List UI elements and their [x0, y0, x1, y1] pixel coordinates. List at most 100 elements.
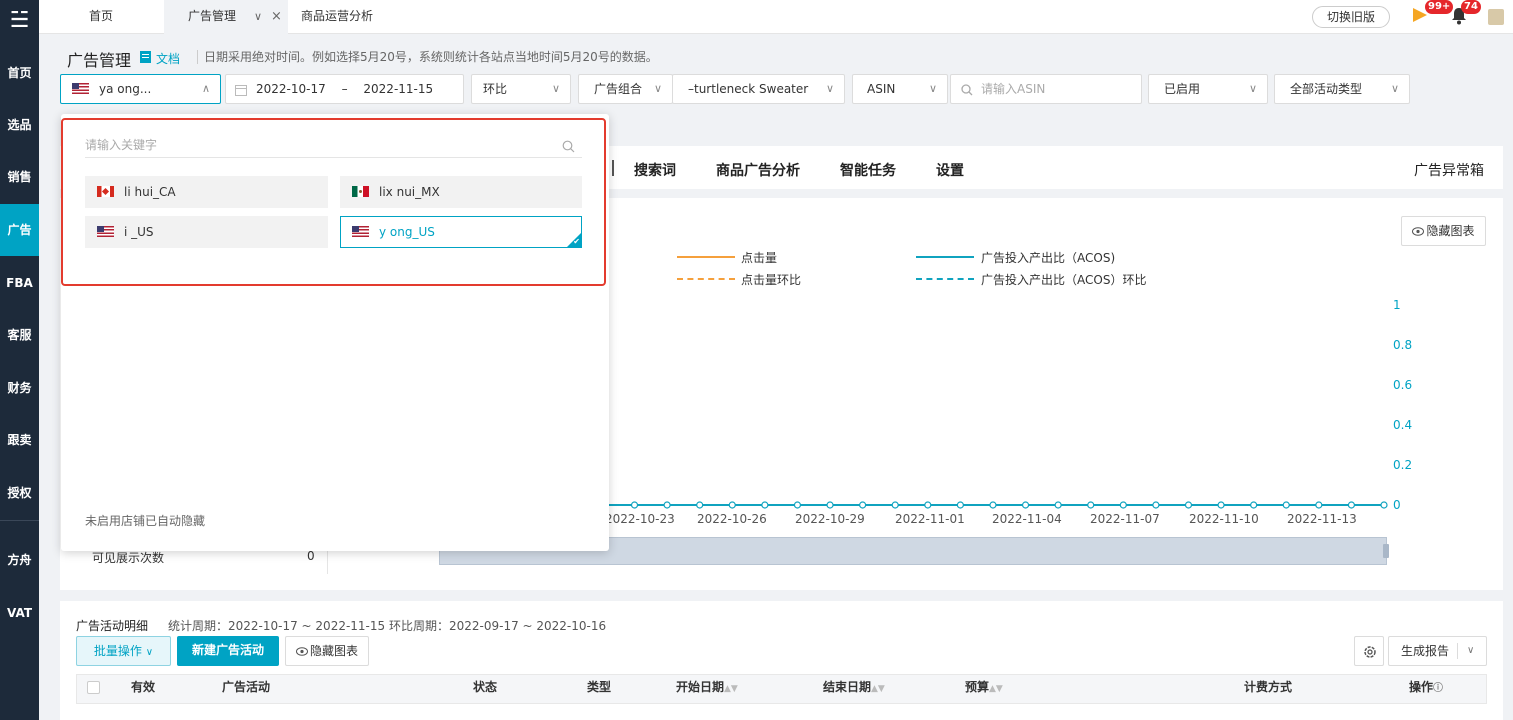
sidebar-item-ads[interactable]: 广告: [0, 204, 39, 256]
acos-data-point[interactable]: [1119, 501, 1127, 509]
acos-data-point[interactable]: [1282, 501, 1290, 509]
sidebar-item-customer-service[interactable]: 客服: [0, 309, 39, 361]
acos-data-point[interactable]: [1152, 501, 1160, 509]
acos-data-point[interactable]: [663, 501, 671, 509]
acos-data-point[interactable]: [1184, 501, 1193, 509]
legend-clicks-compare[interactable]: 点击量环比: [741, 271, 801, 288]
sidebar-item-product-selection[interactable]: 选品: [0, 99, 39, 151]
tab-home[interactable]: 首页: [39, 0, 163, 34]
acos-data-point[interactable]: [859, 501, 867, 509]
campaign-type-select[interactable]: 全部活动类型 ∨: [1274, 74, 1410, 104]
close-icon[interactable]: ×: [271, 0, 282, 33]
acos-data-point[interactable]: [956, 501, 964, 509]
acos-data-point[interactable]: [1087, 501, 1095, 509]
info-icon[interactable]: ⓘ: [1433, 683, 1443, 694]
campaign-details-title: 广告活动明细: [76, 619, 149, 633]
avatar[interactable]: [1488, 9, 1504, 25]
sidebar-item-ark[interactable]: 方舟: [0, 534, 39, 586]
chevron-down-icon: ∨: [1390, 82, 1399, 95]
column-settings-button[interactable]: [1354, 636, 1384, 666]
ad-group-type-select[interactable]: 广告组合 ∨: [578, 74, 673, 104]
sort-icon[interactable]: ▲▼: [989, 684, 1003, 694]
calendar-icon: [235, 85, 247, 96]
legend-acos[interactable]: 广告投入产出比（ACOS): [981, 249, 1115, 266]
sidebar-item-follow-sell[interactable]: 跟卖: [0, 414, 39, 466]
legend-clicks-compare-swatch: [677, 278, 735, 280]
new-campaign-button[interactable]: 新建广告活动: [177, 636, 279, 666]
sidebar-item-sales[interactable]: 销售: [0, 151, 39, 203]
y-tick: 0.8: [1393, 338, 1413, 352]
acos-data-point[interactable]: [1250, 501, 1258, 509]
x-tick: 2022-11-10: [1189, 512, 1259, 526]
sort-icon[interactable]: ▲▼: [724, 684, 738, 694]
chevron-down-icon: ∨: [928, 82, 937, 95]
subnav-settings[interactable]: 设置: [936, 160, 964, 180]
asin-type-select[interactable]: ASIN ∨: [852, 74, 948, 104]
column-header-start-date[interactable]: 开始日期▲▼: [676, 678, 738, 695]
acos-data-point[interactable]: [1021, 501, 1030, 509]
campaign-period-text: 统计周期：2022-10-17 ~ 2022-11-15 环比周期：2022-0…: [168, 619, 607, 633]
acos-data-point[interactable]: [761, 501, 769, 509]
ad-group-select[interactable]: –turtleneck Sweater ∨: [672, 74, 845, 104]
column-header-type: 类型: [587, 680, 612, 694]
store-select[interactable]: ya ong... ∧: [60, 74, 221, 104]
zoom-handle-right[interactable]: [1383, 544, 1389, 558]
date-range-picker[interactable]: 2022-10-17 – 2022-11-15: [225, 74, 464, 104]
tab-ads-management[interactable]: 广告管理 ∨ ×: [164, 0, 288, 34]
bell-badge: 74: [1461, 0, 1481, 14]
acos-data-point[interactable]: [696, 501, 704, 509]
acos-data-point[interactable]: [1315, 501, 1323, 509]
compare-select[interactable]: 环比 ∨: [471, 74, 571, 104]
acos-data-point[interactable]: [728, 501, 736, 509]
subnav-search-terms[interactable]: 搜索词: [634, 160, 676, 180]
sidebar: ☱ 首页 选品 销售 广告 FBA 客服 财务 跟卖 授权 方舟 VAT: [0, 0, 39, 720]
generate-report-button[interactable]: 生成报告 ∨: [1388, 636, 1487, 666]
sidebar-item-finance[interactable]: 财务: [0, 362, 39, 414]
x-tick: 2022-10-23: [605, 512, 675, 526]
acos-data-point[interactable]: [1217, 501, 1225, 509]
column-header-end-date[interactable]: 结束日期▲▼: [823, 678, 885, 695]
sort-icon[interactable]: ▲▼: [871, 684, 885, 694]
tab-label: 首页: [88, 9, 113, 23]
status-select[interactable]: 已启用 ∨: [1148, 74, 1268, 104]
sidebar-item-vat[interactable]: VAT: [0, 587, 39, 639]
tab-product-ops-analysis[interactable]: 商品运营分析: [301, 0, 373, 34]
switch-old-version-button[interactable]: 切换旧版: [1312, 6, 1390, 28]
doc-link[interactable]: 文档: [156, 50, 180, 67]
date-end[interactable]: 2022-11-15: [363, 82, 433, 96]
legend-clicks[interactable]: 点击量: [741, 249, 777, 266]
date-start[interactable]: 2022-10-17: [256, 82, 326, 96]
acos-data-point[interactable]: [891, 501, 899, 509]
ad-anomaly-box-link[interactable]: 广告异常箱: [1414, 160, 1484, 180]
x-tick: 2022-11-04: [992, 512, 1062, 526]
date-hint-text: 日期采用绝对时间。例如选择5月20号，系统则统计各站点当地时间5月20号的数据。: [197, 50, 658, 64]
batch-actions-button[interactable]: 批量操作 ∨: [76, 636, 171, 666]
select-all-checkbox[interactable]: [87, 681, 100, 694]
batch-actions-label: 批量操作: [93, 644, 142, 658]
legend-acos-compare[interactable]: 广告投入产出比（ACOS）环比: [981, 271, 1146, 288]
sidebar-item-home[interactable]: 首页: [0, 47, 39, 99]
sidebar-item-fba[interactable]: FBA: [0, 257, 39, 309]
highlight-box: [61, 118, 606, 286]
hide-chart-button-2[interactable]: 隐藏图表: [285, 636, 369, 666]
acos-data-point[interactable]: [1054, 501, 1062, 509]
chevron-down-icon: ∨: [145, 647, 154, 658]
eye-icon: [1412, 227, 1424, 236]
asin-search-input[interactable]: 请输入ASIN: [950, 74, 1142, 104]
acos-data-point[interactable]: [1380, 501, 1388, 509]
acos-data-point[interactable]: [989, 501, 997, 509]
chevron-down-icon: ∨: [1248, 82, 1257, 95]
acos-data-point[interactable]: [630, 501, 639, 509]
acos-data-point[interactable]: [924, 501, 932, 509]
acos-data-point[interactable]: [1347, 501, 1356, 509]
subnav-product-ads[interactable]: 商品广告分析: [716, 160, 800, 180]
sidebar-item-authorization[interactable]: 授权: [0, 467, 39, 519]
column-header-budget[interactable]: 预算▲▼: [965, 678, 1003, 695]
hide-chart-button[interactable]: 隐藏图表: [1401, 216, 1486, 246]
acos-data-point[interactable]: [793, 501, 802, 509]
subnav-smart-tasks[interactable]: 智能任务: [840, 160, 896, 180]
column-header-campaign: 广告活动: [222, 680, 271, 694]
chevron-down-icon[interactable]: ∨: [254, 0, 262, 33]
chevron-down-icon[interactable]: ∨: [1467, 637, 1474, 665]
acos-data-point[interactable]: [826, 501, 834, 509]
